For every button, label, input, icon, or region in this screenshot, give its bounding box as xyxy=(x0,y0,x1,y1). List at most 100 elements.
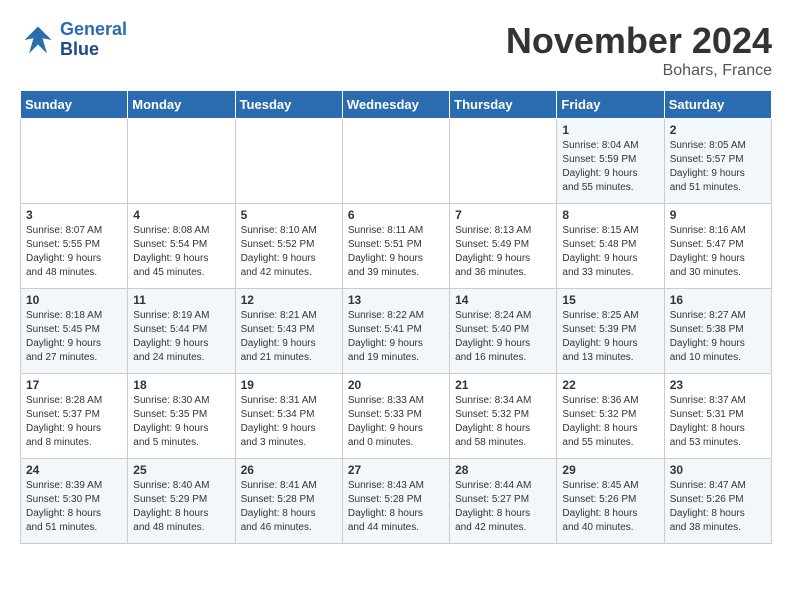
day-info: Sunrise: 8:27 AM Sunset: 5:38 PM Dayligh… xyxy=(670,309,766,365)
calendar-cell: 22Sunrise: 8:36 AM Sunset: 5:32 PM Dayli… xyxy=(557,374,664,459)
day-number: 12 xyxy=(241,293,337,307)
day-number: 14 xyxy=(455,293,551,307)
calendar-cell: 1 Sunrise: 8:04 AM Sunset: 5:59 PM Daylig… xyxy=(557,119,664,204)
day-info: Sunrise: 8:34 AM Sunset: 5:32 PM Dayligh… xyxy=(455,394,551,450)
calendar-cell: 12 Sunrise: 8:21 AM Sunset: 5:43 PM Dayli… xyxy=(235,289,342,374)
day-number: 24 xyxy=(26,463,122,477)
weekday-header: Thursday xyxy=(450,91,557,119)
day-info: Sunrise: 8:24 AM Sunset: 5:40 PM Dayligh… xyxy=(455,309,551,365)
day-number: 10 xyxy=(26,293,122,307)
day-number: 2 xyxy=(670,123,766,137)
calendar-header-row: SundayMondayTuesdayWednesdayThursdayFrid… xyxy=(21,91,772,119)
weekday-header: Saturday xyxy=(664,91,771,119)
day-info: Sunrise: 8:31 AM Sunset: 5:34 PM Dayligh… xyxy=(241,394,337,450)
calendar-cell: 19 Sunrise: 8:31 AM Sunset: 5:34 PM Dayli… xyxy=(235,374,342,459)
calendar-cell: 9 Sunrise: 8:16 AM Sunset: 5:47 PM Daylig… xyxy=(664,204,771,289)
calendar-cell: 16Sunrise: 8:27 AM Sunset: 5:38 PM Dayli… xyxy=(664,289,771,374)
calendar-week-row: 1 Sunrise: 8:04 AM Sunset: 5:59 PM Daylig… xyxy=(21,119,772,204)
day-number: 15 xyxy=(562,293,658,307)
calendar-cell: 20Sunrise: 8:33 AM Sunset: 5:33 PM Dayli… xyxy=(342,374,449,459)
day-number: 3 xyxy=(26,208,122,222)
day-number: 18 xyxy=(133,378,229,392)
day-info: Sunrise: 8:11 AM Sunset: 5:51 PM Dayligh… xyxy=(348,224,444,280)
day-number: 21 xyxy=(455,378,551,392)
day-number: 20 xyxy=(348,378,444,392)
calendar-cell: 3 Sunrise: 8:07 AM Sunset: 5:55 PM Daylig… xyxy=(21,204,128,289)
calendar-cell: 27Sunrise: 8:43 AM Sunset: 5:28 PM Dayli… xyxy=(342,459,449,544)
calendar-cell: 18 Sunrise: 8:30 AM Sunset: 5:35 PM Dayli… xyxy=(128,374,235,459)
calendar-cell: 6 Sunrise: 8:11 AM Sunset: 5:51 PM Daylig… xyxy=(342,204,449,289)
calendar-cell: 21 Sunrise: 8:34 AM Sunset: 5:32 PM Dayli… xyxy=(450,374,557,459)
day-info: Sunrise: 8:16 AM Sunset: 5:47 PM Dayligh… xyxy=(670,224,766,280)
logo: General Blue xyxy=(20,20,127,60)
day-number: 1 xyxy=(562,123,658,137)
day-info: Sunrise: 8:04 AM Sunset: 5:59 PM Dayligh… xyxy=(562,139,658,195)
day-info: Sunrise: 8:36 AM Sunset: 5:32 PM Dayligh… xyxy=(562,394,658,450)
weekday-header: Wednesday xyxy=(342,91,449,119)
day-info: Sunrise: 8:21 AM Sunset: 5:43 PM Dayligh… xyxy=(241,309,337,365)
day-info: Sunrise: 8:43 AM Sunset: 5:28 PM Dayligh… xyxy=(348,479,444,535)
weekday-header: Monday xyxy=(128,91,235,119)
day-info: Sunrise: 8:13 AM Sunset: 5:49 PM Dayligh… xyxy=(455,224,551,280)
day-number: 25 xyxy=(133,463,229,477)
day-info: Sunrise: 8:30 AM Sunset: 5:35 PM Dayligh… xyxy=(133,394,229,450)
calendar-week-row: 24 Sunrise: 8:39 AM Sunset: 5:30 PM Dayli… xyxy=(21,459,772,544)
calendar-cell: 26 Sunrise: 8:41 AM Sunset: 5:28 PM Dayli… xyxy=(235,459,342,544)
day-info: Sunrise: 8:41 AM Sunset: 5:28 PM Dayligh… xyxy=(241,479,337,535)
day-number: 26 xyxy=(241,463,337,477)
calendar-week-row: 3 Sunrise: 8:07 AM Sunset: 5:55 PM Daylig… xyxy=(21,204,772,289)
calendar-cell: 14 Sunrise: 8:24 AM Sunset: 5:40 PM Dayli… xyxy=(450,289,557,374)
calendar-cell: 13Sunrise: 8:22 AM Sunset: 5:41 PM Dayli… xyxy=(342,289,449,374)
day-number: 5 xyxy=(241,208,337,222)
day-info: Sunrise: 8:39 AM Sunset: 5:30 PM Dayligh… xyxy=(26,479,122,535)
page-header: General Blue November 2024 Bohars, Franc… xyxy=(20,20,772,80)
calendar-cell xyxy=(235,119,342,204)
calendar-week-row: 17 Sunrise: 8:28 AM Sunset: 5:37 PM Dayli… xyxy=(21,374,772,459)
calendar-week-row: 10Sunrise: 8:18 AM Sunset: 5:45 PM Dayli… xyxy=(21,289,772,374)
day-number: 6 xyxy=(348,208,444,222)
calendar-cell: 17 Sunrise: 8:28 AM Sunset: 5:37 PM Dayli… xyxy=(21,374,128,459)
day-number: 19 xyxy=(241,378,337,392)
day-number: 9 xyxy=(670,208,766,222)
day-info: Sunrise: 8:22 AM Sunset: 5:41 PM Dayligh… xyxy=(348,309,444,365)
calendar-cell: 23 Sunrise: 8:37 AM Sunset: 5:31 PM Dayli… xyxy=(664,374,771,459)
weekday-header: Tuesday xyxy=(235,91,342,119)
calendar-cell: 5 Sunrise: 8:10 AM Sunset: 5:52 PM Daylig… xyxy=(235,204,342,289)
day-number: 29 xyxy=(562,463,658,477)
day-number: 17 xyxy=(26,378,122,392)
logo-icon xyxy=(20,22,56,58)
title-area: November 2024 Bohars, France xyxy=(506,20,772,80)
day-number: 8 xyxy=(562,208,658,222)
day-info: Sunrise: 8:25 AM Sunset: 5:39 PM Dayligh… xyxy=(562,309,658,365)
calendar-cell xyxy=(450,119,557,204)
calendar-cell: 15 Sunrise: 8:25 AM Sunset: 5:39 PM Dayli… xyxy=(557,289,664,374)
logo-text: General Blue xyxy=(60,20,127,60)
calendar-cell: 28Sunrise: 8:44 AM Sunset: 5:27 PM Dayli… xyxy=(450,459,557,544)
calendar-cell: 10Sunrise: 8:18 AM Sunset: 5:45 PM Dayli… xyxy=(21,289,128,374)
day-info: Sunrise: 8:44 AM Sunset: 5:27 PM Dayligh… xyxy=(455,479,551,535)
day-number: 11 xyxy=(133,293,229,307)
day-number: 4 xyxy=(133,208,229,222)
calendar-cell: 24 Sunrise: 8:39 AM Sunset: 5:30 PM Dayli… xyxy=(21,459,128,544)
calendar-cell: 11 Sunrise: 8:19 AM Sunset: 5:44 PM Dayli… xyxy=(128,289,235,374)
day-info: Sunrise: 8:28 AM Sunset: 5:37 PM Dayligh… xyxy=(26,394,122,450)
day-info: Sunrise: 8:47 AM Sunset: 5:26 PM Dayligh… xyxy=(670,479,766,535)
day-info: Sunrise: 8:15 AM Sunset: 5:48 PM Dayligh… xyxy=(562,224,658,280)
calendar-cell: 29 Sunrise: 8:45 AM Sunset: 5:26 PM Dayli… xyxy=(557,459,664,544)
day-number: 7 xyxy=(455,208,551,222)
calendar-cell: 2 Sunrise: 8:05 AM Sunset: 5:57 PM Daylig… xyxy=(664,119,771,204)
day-info: Sunrise: 8:45 AM Sunset: 5:26 PM Dayligh… xyxy=(562,479,658,535)
day-info: Sunrise: 8:10 AM Sunset: 5:52 PM Dayligh… xyxy=(241,224,337,280)
calendar-cell: 4Sunrise: 8:08 AM Sunset: 5:54 PM Daylig… xyxy=(128,204,235,289)
month-title: November 2024 xyxy=(506,20,772,62)
weekday-header: Sunday xyxy=(21,91,128,119)
day-info: Sunrise: 8:07 AM Sunset: 5:55 PM Dayligh… xyxy=(26,224,122,280)
calendar-cell xyxy=(128,119,235,204)
day-info: Sunrise: 8:37 AM Sunset: 5:31 PM Dayligh… xyxy=(670,394,766,450)
calendar-cell: 8 Sunrise: 8:15 AM Sunset: 5:48 PM Daylig… xyxy=(557,204,664,289)
calendar-cell: 25Sunrise: 8:40 AM Sunset: 5:29 PM Dayli… xyxy=(128,459,235,544)
calendar-cell xyxy=(342,119,449,204)
day-info: Sunrise: 8:19 AM Sunset: 5:44 PM Dayligh… xyxy=(133,309,229,365)
day-info: Sunrise: 8:05 AM Sunset: 5:57 PM Dayligh… xyxy=(670,139,766,195)
day-number: 23 xyxy=(670,378,766,392)
